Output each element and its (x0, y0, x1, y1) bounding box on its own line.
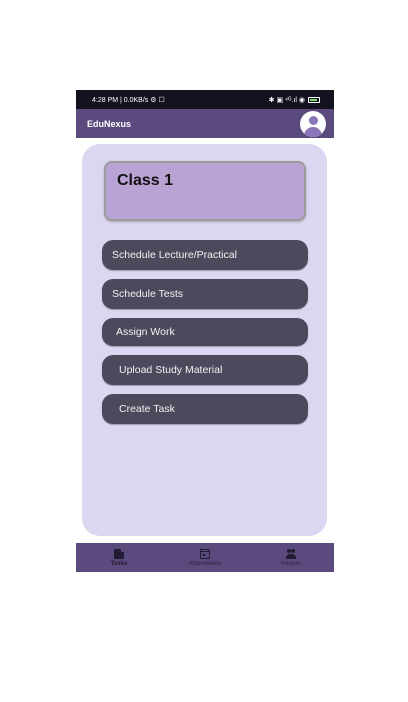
schedule-lecture-button[interactable]: Schedule Lecture/Practical (102, 240, 308, 270)
app-title: EduNexus (87, 118, 132, 129)
create-task-button[interactable]: Create Task (102, 394, 308, 424)
button-label: Assign Work (116, 326, 175, 338)
nav-label: People (281, 560, 301, 567)
main-content: Class 1 Schedule Lecture/Practical Sched… (76, 138, 334, 543)
nav-people[interactable]: People (256, 548, 326, 567)
button-label: Upload Study Material (119, 364, 223, 376)
status-right: ✱ ▣ ⁴ᴳ.ıl ◉ (269, 96, 320, 104)
schedule-tests-button[interactable]: Schedule Tests (102, 279, 308, 309)
phone-screen: 4:28 PM | 0.0KB/s ⚙ ☐ ✱ ▣ ⁴ᴳ.ıl ◉ EduNex… (76, 90, 334, 572)
class-title: Class 1 (117, 172, 174, 189)
button-label: Schedule Tests (112, 288, 184, 300)
status-left-text: 4:28 PM | 0.0KB/s ⚙ ☐ (92, 96, 165, 104)
tasks-panel: Class 1 Schedule Lecture/Practical Sched… (82, 144, 327, 536)
avatar-head (309, 115, 318, 125)
nav-label: Tasks (110, 560, 128, 567)
bottom-nav: Tasks Attendance People (76, 543, 334, 572)
attendance-icon (200, 548, 210, 559)
people-icon (286, 548, 296, 559)
button-label: Create Task (119, 403, 175, 415)
button-label: Schedule Lecture/Practical (112, 249, 237, 261)
nav-label: Attendance (188, 560, 222, 567)
tasks-icon (114, 548, 124, 559)
avatar-body (304, 126, 322, 137)
status-bar: 4:28 PM | 0.0KB/s ⚙ ☐ ✱ ▣ ⁴ᴳ.ıl ◉ (76, 90, 334, 109)
account-circle-icon[interactable] (300, 110, 326, 137)
app-bar: EduNexus (76, 109, 334, 138)
assign-work-button[interactable]: Assign Work (102, 318, 308, 346)
class-card[interactable]: Class 1 (104, 161, 306, 221)
nav-attendance[interactable]: Attendance (170, 548, 240, 567)
nav-tasks[interactable]: Tasks (84, 548, 154, 567)
battery-icon (308, 96, 320, 103)
status-right-text: ✱ ▣ ⁴ᴳ.ıl ◉ (268, 96, 305, 104)
upload-study-material-button[interactable]: Upload Study Material (102, 355, 308, 385)
